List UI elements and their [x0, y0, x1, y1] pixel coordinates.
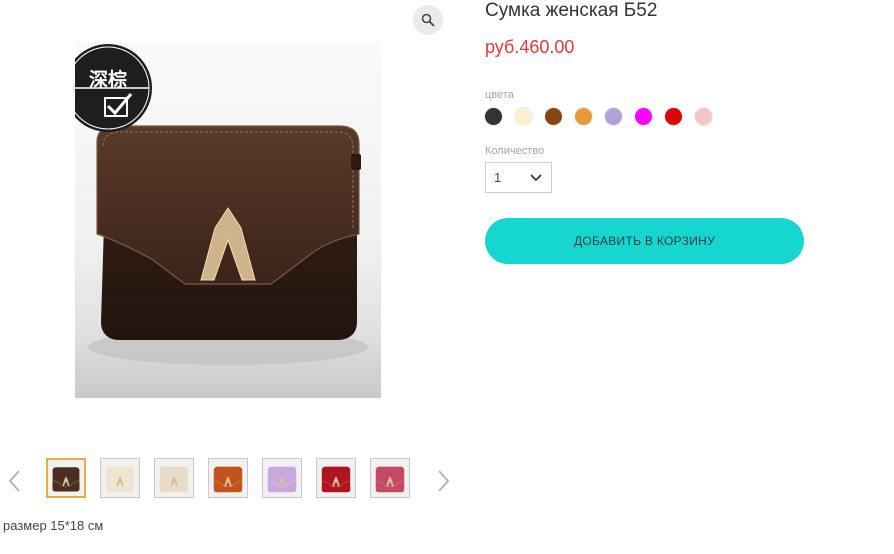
color-swatches	[485, 108, 712, 125]
product-info: Сумка женская Б52 руб.460.00 цвета Колич…	[485, 0, 894, 554]
color-swatch[interactable]	[635, 108, 652, 125]
chevron-left-icon	[8, 470, 20, 492]
product-gallery: 深棕 размер 15*18 см	[0, 0, 455, 533]
thumb-red[interactable]	[316, 458, 356, 498]
magnifier-icon	[421, 13, 435, 27]
image-badge-text: 深棕	[89, 69, 128, 91]
handbag-photo	[75, 44, 368, 365]
thumb-pink[interactable]	[370, 458, 410, 498]
prev-thumbnail-button[interactable]	[5, 467, 25, 495]
colors-label: цвета	[485, 89, 514, 101]
add-to-cart-button[interactable]: ДОБАВИТЬ В КОРЗИНУ	[485, 218, 804, 264]
color-swatch[interactable]	[605, 108, 622, 125]
product-main-image[interactable]: 深棕	[75, 42, 381, 398]
color-swatch[interactable]	[575, 108, 592, 125]
thumbnail-strip	[0, 455, 455, 505]
thumb-model[interactable]	[154, 458, 194, 498]
product-description: размер 15*18 см	[3, 518, 104, 533]
zoom-button[interactable]	[413, 5, 443, 35]
quantity-select[interactable]: 1	[485, 162, 552, 193]
quantity-label: Количество	[485, 145, 545, 157]
chevron-down-icon	[530, 173, 542, 181]
color-swatch[interactable]	[695, 108, 712, 125]
thumb-lilac[interactable]	[262, 458, 302, 498]
chevron-right-icon	[438, 470, 450, 492]
thumb-dark-brown[interactable]	[46, 458, 86, 498]
color-swatch[interactable]	[485, 108, 502, 125]
product-price: руб.460.00	[485, 37, 575, 57]
color-swatch[interactable]	[665, 108, 682, 125]
color-swatch[interactable]	[515, 108, 532, 125]
thumb-orange[interactable]	[208, 458, 248, 498]
quantity-value: 1	[494, 170, 502, 185]
thumb-cream[interactable]	[100, 458, 140, 498]
product-title: Сумка женская Б52	[485, 0, 658, 21]
color-swatch[interactable]	[545, 108, 562, 125]
next-thumbnail-button[interactable]	[433, 467, 453, 495]
